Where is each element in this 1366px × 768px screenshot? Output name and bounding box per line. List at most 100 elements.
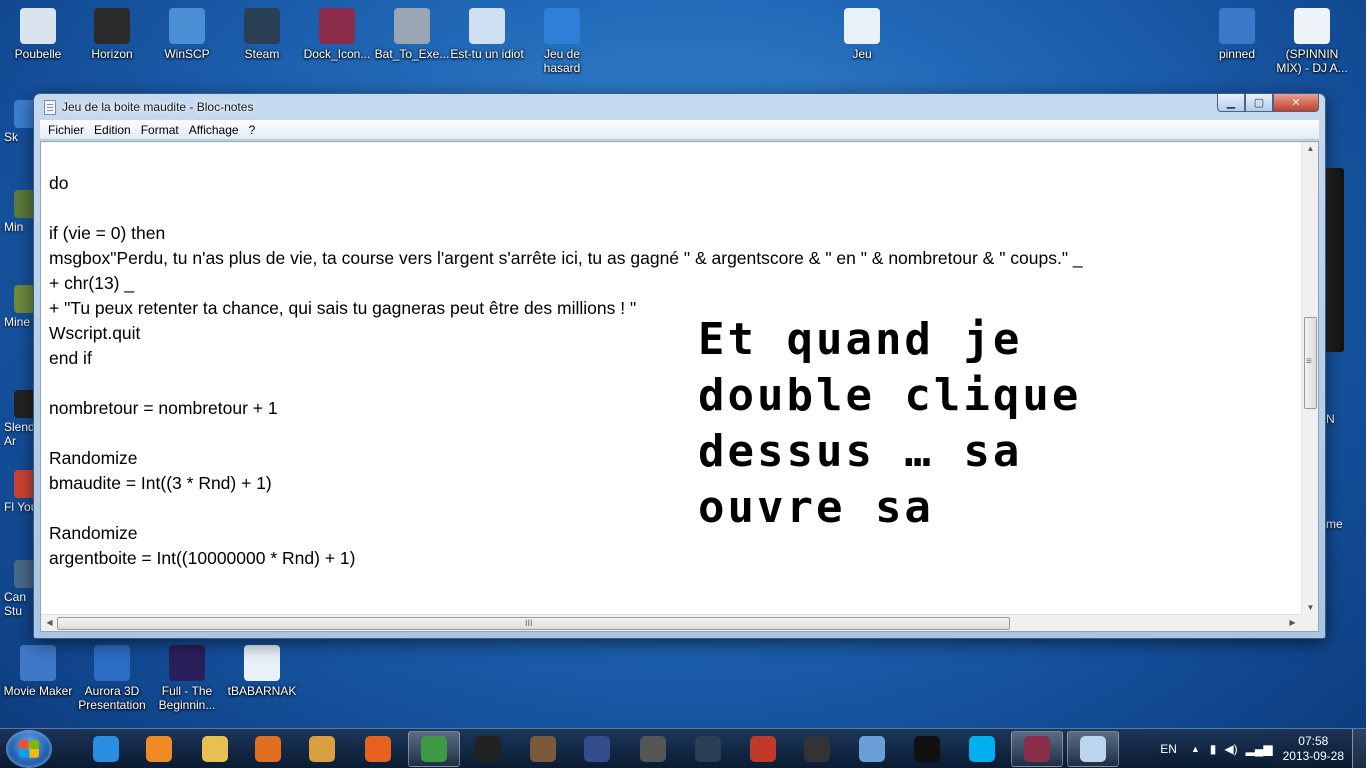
scroll-corner xyxy=(1301,614,1318,631)
movie-maker-icon xyxy=(20,645,56,681)
taskbar-live-app[interactable] xyxy=(901,731,953,767)
steam-icon xyxy=(695,736,721,762)
winrar-icon xyxy=(1024,736,1050,762)
taskbar-virtual-dj[interactable] xyxy=(571,731,623,767)
maximize-button[interactable]: ▢ xyxy=(1245,94,1273,112)
title-bar[interactable]: Jeu de la boite maudite - Bloc-notes ▁ ▢… xyxy=(34,94,1325,120)
desktop-icon[interactable]: Jeu xyxy=(824,8,900,61)
taskbar-steam[interactable] xyxy=(682,731,734,767)
taskbar-minecraft-char[interactable] xyxy=(517,731,569,767)
taskbar-internet-explorer[interactable] xyxy=(80,731,132,767)
desktop-icon[interactable]: (SPINNIN MIX) - DJ A... xyxy=(1274,8,1350,75)
desktop-edge-label: N xyxy=(1326,412,1335,426)
desktop-icon[interactable]: Jeu de hasard xyxy=(524,8,600,75)
vertical-scroll-thumb[interactable]: ≡ xyxy=(1304,317,1317,409)
language-indicator[interactable]: EN xyxy=(1160,742,1177,756)
overlay-line: ouvre sa xyxy=(698,482,934,533)
desktop-icon[interactable]: Dock_Icon... xyxy=(299,8,375,61)
scroll-left-arrow-icon[interactable]: ◀ xyxy=(41,618,58,627)
taskbar-winrar[interactable] xyxy=(1011,731,1063,767)
scroll-up-arrow-icon[interactable]: ▲ xyxy=(1302,144,1319,153)
help-icon xyxy=(544,8,580,44)
menu-bar: Fichier Edition Format Affichage ? xyxy=(40,120,1319,140)
skull-app-icon xyxy=(475,736,501,762)
live-app-icon xyxy=(914,736,940,762)
minimize-button[interactable]: ▁ xyxy=(1217,94,1245,112)
taskbar-file-explorer[interactable] xyxy=(189,731,241,767)
internet-explorer-icon xyxy=(93,736,119,762)
obs-icon xyxy=(640,736,666,762)
taskbar-notepad[interactable] xyxy=(1067,731,1119,767)
menu-format[interactable]: Format xyxy=(137,123,185,137)
taskbar-firefox[interactable] xyxy=(352,731,404,767)
power-icon[interactable]: ▮ xyxy=(1210,742,1217,756)
desktop-edge-label: Min xyxy=(4,220,24,234)
menu-affichage[interactable]: Affichage xyxy=(185,123,245,137)
xbox-icon xyxy=(94,8,130,44)
desktop-icon-label: Aurora 3D Presentation xyxy=(78,684,146,712)
show-desktop-button[interactable] xyxy=(1352,729,1366,768)
hscroll-grip-icon: III xyxy=(525,618,533,628)
recycle-bin-icon xyxy=(20,8,56,44)
desktop-icon[interactable]: Movie Maker xyxy=(0,645,76,698)
desktop-icon-label: WinSCP xyxy=(164,47,210,61)
gear-icon xyxy=(394,8,430,44)
desktop-icon[interactable]: Poubelle xyxy=(0,8,76,61)
notepad-icon[interactable] xyxy=(44,100,56,115)
desktop-icon-label: Bat_To_Exe... xyxy=(374,47,450,61)
mp3-icon xyxy=(1294,8,1330,44)
taskbar-spider-app[interactable] xyxy=(242,731,294,767)
desktop-icon[interactable]: WinSCP xyxy=(149,8,225,61)
show-hidden-icons-icon[interactable]: ▲ xyxy=(1191,744,1200,754)
aurora-3d-icon xyxy=(94,645,130,681)
menu-fichier[interactable]: Fichier xyxy=(44,123,90,137)
desktop-icon-label: Steam xyxy=(244,47,280,61)
horizontal-scrollbar[interactable]: ◀ III ▶ xyxy=(41,614,1301,631)
file-explorer-icon xyxy=(202,736,228,762)
close-button[interactable]: ✕ xyxy=(1273,94,1319,112)
menu-edition[interactable]: Edition xyxy=(90,123,137,137)
desktop-icon[interactable]: pinned xyxy=(1199,8,1275,61)
desktop-icon[interactable]: Bat_To_Exe... xyxy=(374,8,450,61)
desktop-icon-label: Poubelle xyxy=(14,47,62,61)
vertical-scrollbar[interactable]: ▲ ≡ ▼ xyxy=(1301,142,1318,614)
desktop-icon[interactable]: Horizon xyxy=(74,8,150,61)
desktop-edge-label: Can Stu xyxy=(4,590,27,618)
taskbar-chrome[interactable] xyxy=(408,731,460,767)
overlay-annotation: Et quand je double clique dessus … sa ou… xyxy=(698,312,1118,536)
chrome-icon xyxy=(421,736,447,762)
start-button[interactable] xyxy=(6,730,52,768)
taskbar-obs[interactable] xyxy=(627,731,679,767)
taskbar-skype[interactable] xyxy=(956,731,1008,767)
taskbar-film-reel[interactable] xyxy=(791,731,843,767)
vbs-script-icon xyxy=(244,645,280,681)
code-line: argentboite = Int((10000000 * Rnd) + 1) xyxy=(49,548,356,568)
taskbar-network-app[interactable] xyxy=(846,731,898,767)
taskbar-tool-red[interactable] xyxy=(737,731,789,767)
taskbar-media-player[interactable] xyxy=(133,731,185,767)
desktop-icon[interactable]: Aurora 3D Presentation xyxy=(74,645,150,712)
text-editor[interactable]: do if (vie = 0) then msgbox"Perdu, tu n'as… xyxy=(40,141,1319,632)
desktop-icon[interactable]: Steam xyxy=(224,8,300,61)
horizontal-scroll-thumb[interactable]: III xyxy=(57,617,1010,630)
clock[interactable]: 07:58 2013-09-28 xyxy=(1283,734,1344,764)
network-icon[interactable]: ▂▄▆ xyxy=(1246,742,1273,756)
volume-icon[interactable]: ◀) xyxy=(1224,742,1237,756)
desktop-icon[interactable]: tBABARNAK xyxy=(224,645,300,698)
script-icon xyxy=(469,8,505,44)
taskbar-paint[interactable] xyxy=(296,731,348,767)
notepad-icon xyxy=(1080,736,1106,762)
video-thumbnail-icon xyxy=(169,645,205,681)
code-line: if (vie = 0) then xyxy=(49,223,166,243)
scroll-down-arrow-icon[interactable]: ▼ xyxy=(1302,603,1319,612)
window-controls: ▁ ▢ ✕ xyxy=(1217,94,1319,112)
desktop-icon[interactable]: Full - The Beginnin... xyxy=(149,645,225,712)
system-tray: EN ▲ ▮ ◀) ▂▄▆ 07:58 2013-09-28 xyxy=(1160,729,1366,768)
firefox-icon xyxy=(365,736,391,762)
scroll-right-arrow-icon[interactable]: ▶ xyxy=(1284,618,1301,627)
desktop-icon[interactable]: Est-tu un idiot xyxy=(449,8,525,61)
desktop-icon-label: Jeu xyxy=(852,47,872,61)
taskbar-skull-app[interactable] xyxy=(462,731,514,767)
notepad-window[interactable]: Jeu de la boite maudite - Bloc-notes ▁ ▢… xyxy=(33,93,1326,639)
menu-help[interactable]: ? xyxy=(245,123,262,137)
